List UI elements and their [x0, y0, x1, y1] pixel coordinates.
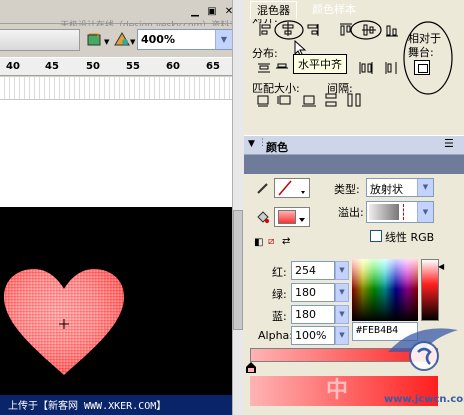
fill-type-select[interactable]: 放射状 ▼: [366, 178, 434, 197]
chevron-down-icon[interactable]: ▼: [417, 179, 433, 196]
color-panel-title: 颜色: [266, 141, 288, 154]
alpha-stepper[interactable]: ▼: [335, 326, 349, 345]
red-label: 红:: [272, 266, 287, 279]
red-value: 254: [295, 264, 316, 277]
ruler-label: 55: [126, 61, 140, 72]
overflow-marker: [403, 204, 404, 220]
timeline-ruler: 40 45 50 55 60 65: [0, 57, 240, 76]
watermark-url: www.jcwcn.com: [384, 394, 464, 405]
fill-color-button[interactable]: [274, 207, 310, 227]
pencil-icon[interactable]: [256, 181, 270, 198]
footer-caption: 上传于【新客网 WWW.XKER.COM】: [8, 401, 167, 412]
color-spectrum-picker[interactable]: [352, 259, 418, 321]
red-stepper[interactable]: ▼: [335, 261, 349, 280]
chevron-down-icon[interactable]: ▼: [130, 38, 135, 46]
scene-field[interactable]: [0, 29, 80, 51]
chevron-down-icon[interactable]: ▼: [417, 202, 433, 222]
heart-shape[interactable]: [0, 207, 232, 395]
swap-colors-icon[interactable]: ⇄: [282, 236, 290, 247]
watermark-bottom-glyph: 中: [326, 378, 349, 403]
document-titlebar: 天极设计在线（design.yesky.com）资料专用 ▁ ▣ ✕: [0, 0, 240, 31]
overflow-preview: [369, 204, 399, 220]
red-input[interactable]: 254: [291, 261, 335, 280]
stage-canvas[interactable]: [0, 207, 240, 395]
ruler-label: 60: [166, 61, 180, 72]
linear-rgb-label: 线性 RGB: [385, 231, 435, 244]
restore-icon[interactable]: ▣: [205, 5, 219, 18]
edit-scene-icon[interactable]: [113, 31, 131, 48]
edit-symbol-icon[interactable]: [86, 31, 104, 48]
green-label: 绿:: [272, 288, 287, 301]
chevron-down-icon[interactable]: ▼: [104, 38, 109, 46]
stage-label: 舞台:: [408, 46, 434, 59]
green-value: 180: [295, 286, 316, 299]
fill-swatch: [278, 210, 296, 224]
alpha-input[interactable]: 100%: [291, 326, 335, 345]
ruler-label: 65: [206, 61, 220, 72]
zoom-value: 400%: [141, 33, 175, 46]
stroke-color-button[interactable]: [274, 178, 310, 198]
gradient-pointer-left[interactable]: [246, 362, 256, 374]
timeline-stage-area: 天极设计在线（design.yesky.com）资料专用 ▁ ▣ ✕ ▼ ▼ 4…: [0, 0, 240, 415]
edit-bar: ▼ ▼ 400% ▼: [0, 26, 240, 54]
watermark-logo: [388, 328, 458, 371]
tab-color-mixer[interactable]: 混色器: [250, 1, 297, 19]
tab-color-swatches[interactable]: 颜色样本: [306, 1, 362, 19]
zoom-select[interactable]: 400% ▼: [137, 29, 233, 50]
blue-stepper[interactable]: ▼: [335, 305, 349, 324]
brightness-pointer-icon[interactable]: ◀: [438, 262, 444, 271]
ruler-label: 45: [45, 61, 59, 72]
spacing-label: 间隔:: [327, 82, 353, 95]
default-colors-icon[interactable]: ◧: [254, 237, 263, 248]
panel-options-icon[interactable]: ☰: [444, 137, 454, 150]
timeline-frames[interactable]: [0, 77, 240, 99]
ruler-label: 40: [6, 61, 20, 72]
to-stage-toggle[interactable]: [414, 60, 430, 75]
no-color-icon[interactable]: ⧄: [268, 236, 274, 247]
blue-value: 180: [295, 308, 316, 321]
brightness-slider[interactable]: [421, 259, 439, 321]
fill-type-value: 放射状: [370, 183, 403, 196]
chevron-down-icon[interactable]: ▼: [215, 30, 232, 49]
bucket-icon[interactable]: [256, 210, 270, 227]
ruler-label: 50: [86, 61, 100, 72]
collapse-arrow-icon[interactable]: ▼: [248, 139, 255, 149]
overflow-label: 溢出:: [338, 206, 364, 219]
tooltip-align-center: 水平中齐: [293, 54, 347, 74]
green-input[interactable]: 180: [291, 283, 335, 302]
green-stepper[interactable]: ▼: [335, 283, 349, 302]
linear-rgb-checkbox[interactable]: [370, 230, 382, 242]
type-label: 类型:: [334, 183, 360, 196]
timeline-empty-area: [0, 99, 240, 207]
alpha-value: 100%: [295, 329, 327, 342]
minimize-icon[interactable]: ▁: [188, 5, 202, 18]
distribute-label: 分布:: [252, 47, 278, 60]
match-size-label: 匹配大小:: [252, 82, 300, 95]
color-tabs: [244, 155, 464, 174]
blue-label: 蓝:: [272, 310, 287, 323]
vertical-scrollbar[interactable]: [232, 0, 244, 415]
color-panel-header[interactable]: ▼ ⋮ 颜色 ☰: [244, 135, 464, 155]
scrollbar-thumb[interactable]: [233, 210, 243, 330]
alpha-label: Alpha:: [258, 329, 293, 342]
blue-input[interactable]: 180: [291, 305, 335, 324]
overflow-select[interactable]: ▼: [366, 201, 434, 223]
